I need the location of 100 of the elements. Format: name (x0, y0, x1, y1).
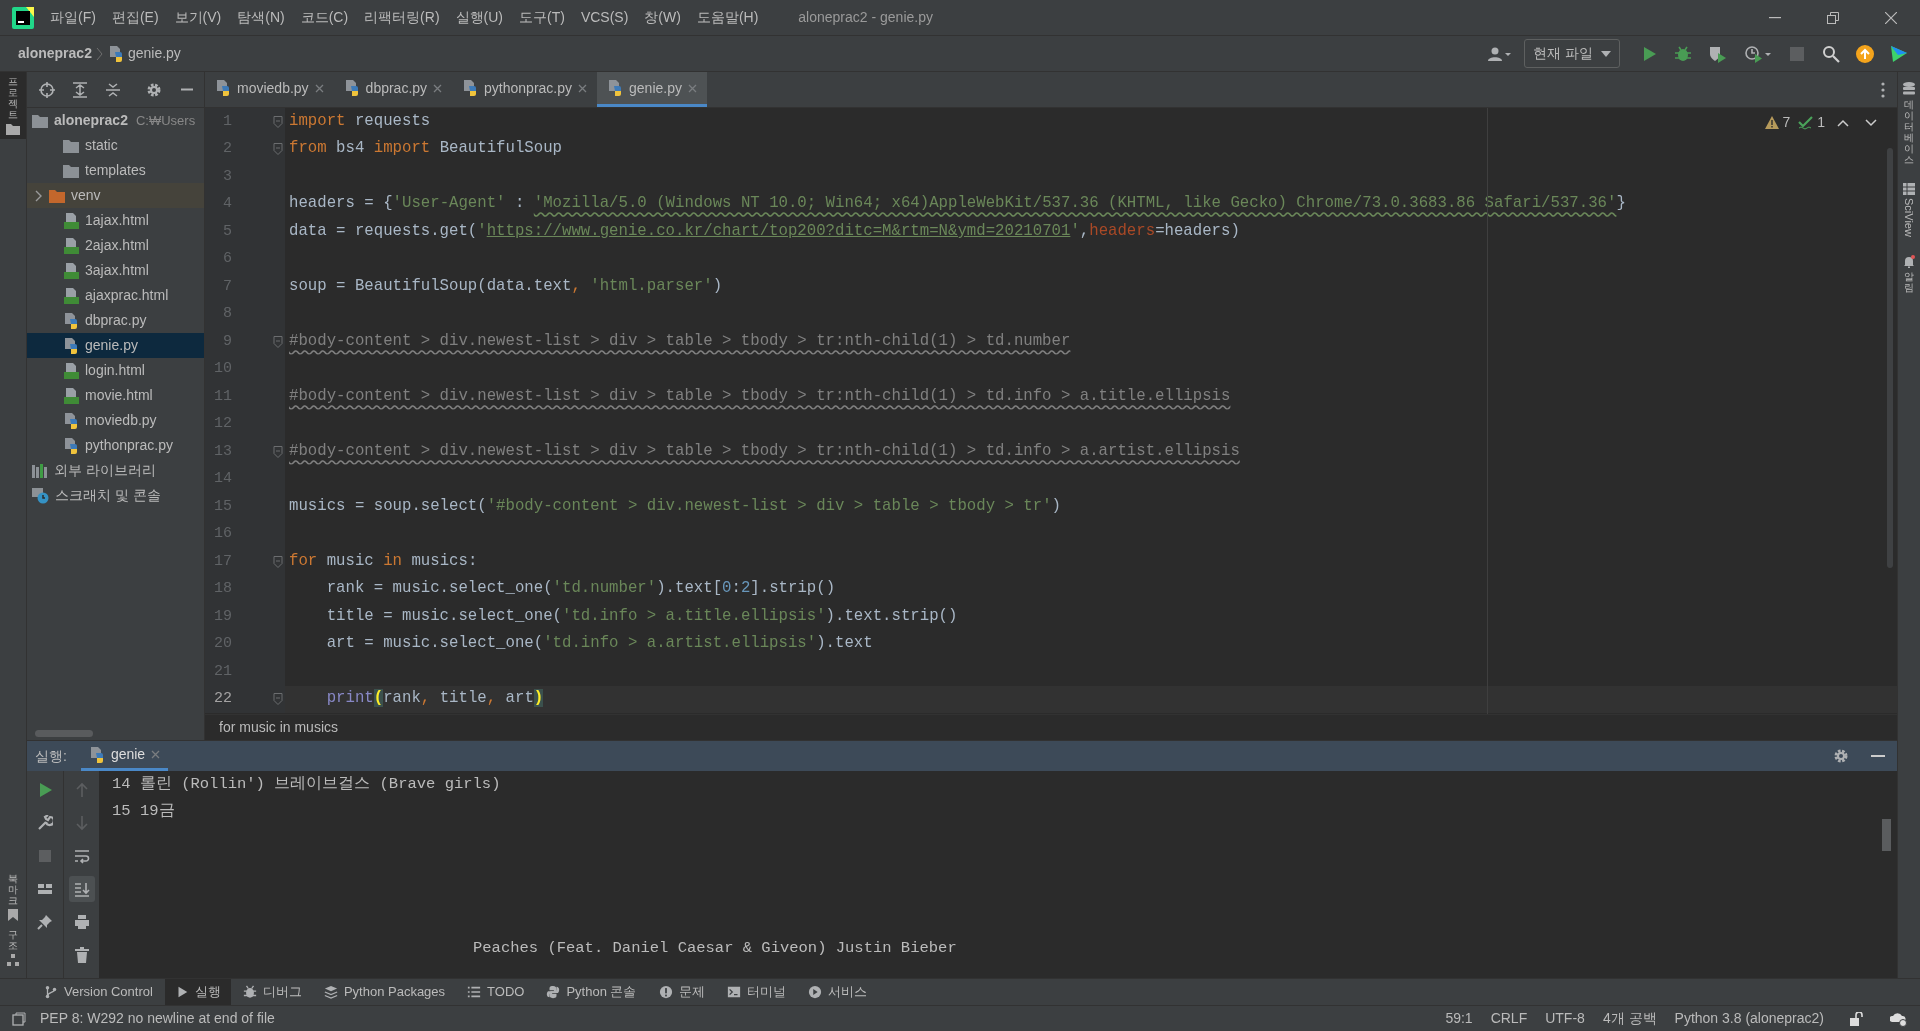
minimize-icon (179, 88, 195, 91)
branch-icon (44, 985, 58, 999)
code-breadcrumb[interactable]: for music in musics (219, 717, 339, 738)
fold-icon[interactable] (273, 555, 283, 568)
close-icon[interactable] (151, 750, 161, 759)
bookmark-icon (8, 909, 18, 921)
stop-icon (37, 848, 53, 864)
run-config-dropdown[interactable]: 현재 파일 (1524, 39, 1620, 68)
locate-icon (39, 81, 55, 98)
terminal-icon (726, 985, 741, 999)
scrollbar-thumb[interactable] (35, 729, 93, 737)
tool-window-button[interactable]: Version Control (34, 979, 163, 1005)
tree-item[interactable]: moviedb.py (27, 408, 204, 433)
breadcrumb-item[interactable]: genie.py (107, 43, 181, 64)
tool-window-button[interactable]: 디버그 (232, 979, 312, 1005)
folder-icon (63, 138, 79, 153)
tool-window-stripe-button[interactable]: 프로젝트 (0, 72, 26, 139)
tree-item[interactable]: 3ajax.html (27, 258, 204, 283)
tree-item[interactable]: 1ajax.html (27, 208, 204, 233)
line-number: 22 (213, 689, 232, 709)
list-icon (467, 985, 482, 999)
tool-window-stripe-button[interactable]: 데이터베이스 (1903, 78, 1915, 169)
editor-tab[interactable]: genie.py (597, 72, 707, 107)
tree-item[interactable]: pythonprac.py (27, 433, 204, 458)
tool-window-stripe-button[interactable]: 알림 (1903, 250, 1915, 297)
tree-item[interactable]: 외부 라이브러리 (27, 458, 204, 483)
scrollbar-thumb[interactable] (1887, 148, 1893, 568)
scroll-to-end-button[interactable] (68, 876, 95, 902)
folder-icon (63, 163, 79, 178)
update-icon (1856, 44, 1874, 63)
menu-item[interactable]: 리팩터링(R) (356, 7, 448, 28)
wrench-icon (37, 815, 53, 831)
menu-item[interactable]: 탐색(N) (229, 7, 293, 28)
tool-window-button[interactable]: 서비스 (797, 979, 877, 1005)
editor-tab[interactable]: dbprac.py (333, 72, 453, 107)
tool-window-stripe-button[interactable]: 구조 (0, 925, 26, 970)
editor-tab[interactable]: pythonprac.py (452, 72, 598, 107)
output-line: 15 19금 (112, 801, 175, 822)
menu-item[interactable]: 도구(T) (511, 7, 573, 28)
code-line: headers = {'User-Agent' : 'Mozilla/5.0 (Windows NT 10.0; Win64; x64)AppleWebKit/537.36 (KHTML, like Gecko) Chrome/73.0.3683.86 Safari/537.36'} (288, 193, 1626, 215)
fold-icon[interactable] (273, 335, 283, 348)
menu-item[interactable]: 파일(F) (42, 7, 104, 28)
tree-item[interactable]: templates (27, 158, 204, 183)
trash-icon (73, 947, 90, 963)
html-file-icon (63, 262, 79, 279)
tree-item[interactable]: genie.py (27, 333, 204, 358)
tool-window-stripe-button[interactable]: 북마크 (0, 869, 26, 925)
tree-item[interactable]: 2ajax.html (27, 233, 204, 258)
play-circle-icon (807, 985, 822, 999)
status-item[interactable]: Python 3.8 (aloneprac2) (1670, 1008, 1828, 1029)
layers-icon (323, 985, 338, 999)
fold-icon[interactable] (273, 445, 283, 458)
tree-item[interactable]: venv (27, 183, 204, 208)
tree-item[interactable]: ajaxprac.html (27, 283, 204, 308)
python-file-icon (215, 80, 231, 96)
breadcrumb-item[interactable]: aloneprac2 (18, 43, 92, 64)
tool-window-button[interactable]: Python Packages (313, 979, 456, 1005)
code-line: #body-content > div.newest-list > div > table > tbody > tr:nth-child(1) > td.info > a.title.ellipsis (288, 385, 1231, 407)
warnings-indicator[interactable]: 7 (1765, 112, 1791, 133)
status-item[interactable]: CRLF (1486, 1008, 1532, 1029)
fold-icon[interactable] (273, 143, 283, 156)
tool-window-button[interactable]: Python 콘솔 (536, 979, 647, 1005)
tool-window-button[interactable]: TODO (457, 979, 535, 1005)
editor-tab[interactable]: moviedb.py (205, 72, 334, 107)
html-file-icon (63, 287, 79, 304)
status-item[interactable]: 59:1 (1441, 1008, 1477, 1029)
close-icon[interactable] (578, 83, 588, 93)
status-item[interactable]: UTF-8 (1541, 1008, 1589, 1029)
menu-item[interactable]: 편집(E) (103, 7, 167, 28)
menu-item[interactable]: 코드(C) (292, 7, 357, 28)
fold-icon[interactable] (273, 115, 283, 128)
cloud-gear-icon (1890, 1010, 1908, 1027)
tree-item[interactable]: aloneprac2 C:₩Users (27, 108, 204, 133)
fold-icon[interactable] (273, 693, 283, 706)
window-title: aloneprac2 - genie.py (798, 8, 933, 27)
tree-item[interactable]: movie.html (27, 383, 204, 408)
close-icon[interactable] (433, 83, 443, 93)
minimize-icon (1769, 16, 1781, 19)
weak-warnings-indicator[interactable]: 1 (1798, 112, 1825, 133)
app-logo-icon (12, 6, 34, 29)
tree-item[interactable]: dbprac.py (27, 308, 204, 333)
menu-item[interactable]: VCS(S) (572, 7, 637, 28)
status-item[interactable]: 4개 공백 (1598, 1008, 1661, 1029)
tree-item[interactable]: static (27, 133, 204, 158)
tree-item[interactable]: login.html (27, 358, 204, 383)
close-icon[interactable] (314, 83, 324, 93)
python-file-icon (607, 80, 624, 96)
tool-window-stripe-button[interactable]: SciView (1900, 179, 1918, 241)
code-line: data = requests.get('https://www.genie.co.kr/chart/top200?ditc=M&rtm=N&ymd=20210701',headers=headers) (288, 220, 1240, 242)
menu-item[interactable]: 실행(U) (447, 7, 511, 28)
chevron-down-icon (1865, 118, 1877, 127)
tool-window-button[interactable]: 문제 (648, 979, 715, 1005)
menu-item[interactable]: 창(W) (636, 7, 689, 28)
menu-item[interactable]: 보기(V) (166, 7, 230, 28)
menu-item[interactable]: 도움말(H) (688, 7, 767, 28)
scrollbar-thumb[interactable] (1882, 819, 1891, 851)
tool-window-button[interactable]: 실행 (164, 979, 231, 1005)
tree-item[interactable]: 스크래치 및 콘솔 (27, 483, 204, 508)
tool-window-button[interactable]: 터미널 (716, 979, 796, 1005)
folder-icon (32, 113, 48, 128)
